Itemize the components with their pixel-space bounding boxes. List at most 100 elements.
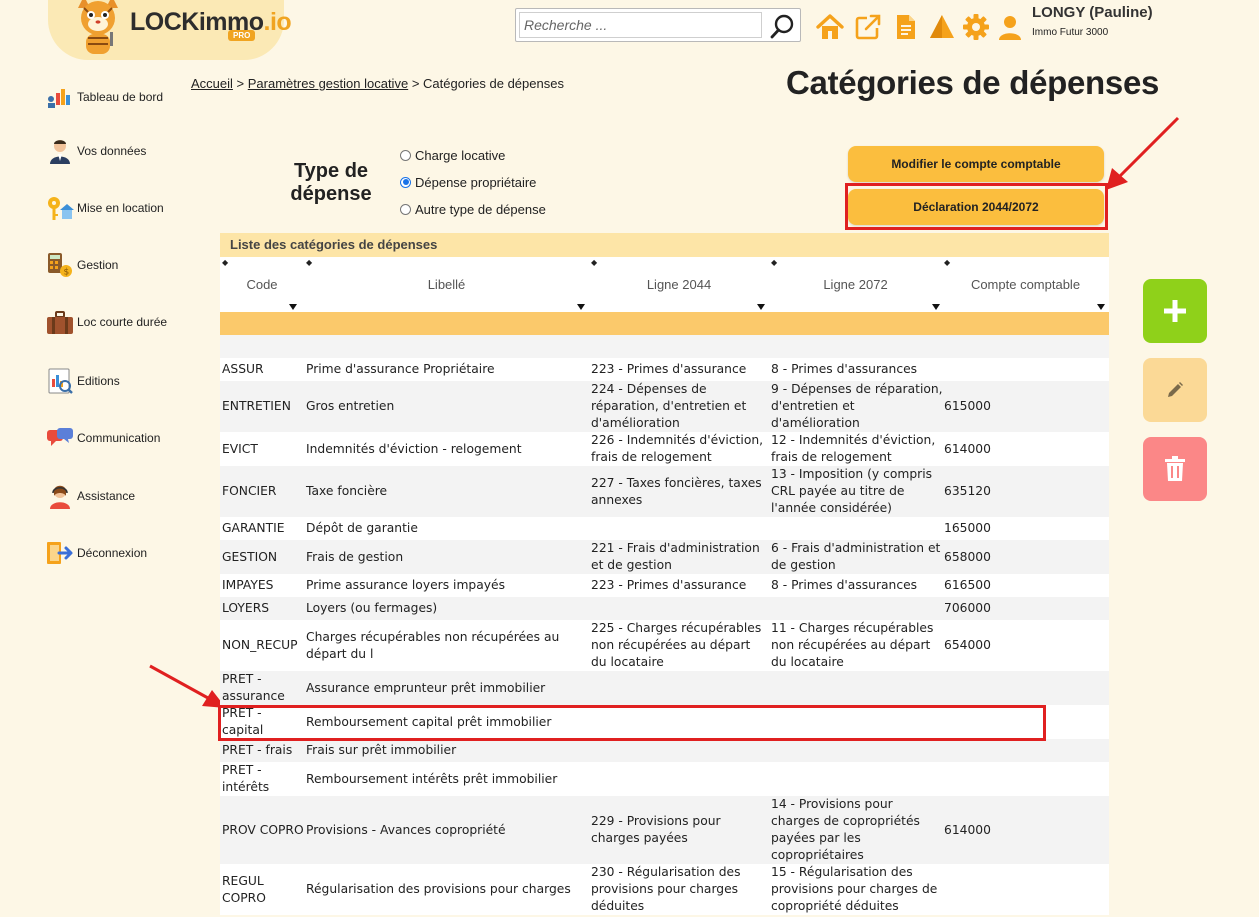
table-caption: Liste des catégories de dépenses: [220, 233, 1109, 257]
radio-button[interactable]: [400, 176, 411, 188]
cell-compte: [944, 864, 1104, 915]
cell-libelle: Taxe foncière: [306, 484, 388, 498]
user-name[interactable]: LONGY (Pauline): [1032, 4, 1153, 21]
cell-l2072: 15 - Régularisation des provisions pour …: [771, 865, 938, 913]
cell-l2072: 12 - Indemnités d'éviction, frais de rel…: [771, 433, 936, 464]
sort-icon[interactable]: ◆: [771, 259, 777, 267]
column-header-ligne-2072[interactable]: ◆ Ligne 2072: [769, 257, 942, 312]
cell-l2044: 224 - Dépenses de réparation, d'entretie…: [591, 382, 747, 430]
radio-label: Autre type de dépense: [415, 201, 546, 217]
table-row[interactable]: NON_RECUP Charges récupérables non récupé…: [220, 620, 1109, 671]
radio-button[interactable]: [400, 203, 411, 215]
table-row[interactable]: PRET - intérêts Remboursement intérêts pr…: [220, 762, 1109, 796]
filter-icon[interactable]: [932, 304, 940, 310]
cell-code: REGUL COPRO: [222, 873, 266, 905]
radio-autre-type[interactable]: Autre type de dépense: [400, 200, 546, 218]
edit-button[interactable]: [1143, 358, 1207, 422]
table-row[interactable]: LOYERS Loyers (ou fermages) 706000: [220, 597, 1109, 620]
cell-l2044: [591, 597, 769, 620]
cell-code: IMPAYES: [222, 578, 274, 592]
document-icon[interactable]: [891, 12, 921, 42]
radio-depense-proprietaire[interactable]: Dépense propriétaire: [400, 173, 536, 191]
table-row[interactable]: REGUL COPRO Régularisation des provisions…: [220, 864, 1109, 915]
table-row[interactable]: PRET - frais Frais sur prêt immobilier: [220, 739, 1109, 762]
sort-icon[interactable]: ◆: [944, 259, 950, 267]
alert-icon[interactable]: [927, 12, 957, 42]
table-row[interactable]: ASSUR Prime d'assurance Propriétaire 223 -…: [220, 358, 1109, 381]
table-row[interactable]: IMPAYES Prime assurance loyers impayés 223…: [220, 574, 1109, 597]
table-row[interactable]: GESTION Frais de gestion 221 - Frais d'adm…: [220, 540, 1109, 574]
row-highlight-box: [218, 705, 1046, 741]
sidebar-item-editions[interactable]: Editions: [46, 366, 120, 396]
cell-code: FONCIER: [222, 484, 277, 498]
breadcrumb-separator: >: [411, 76, 420, 91]
filter-icon[interactable]: [1097, 304, 1105, 310]
column-label: Ligne 2072: [823, 277, 888, 292]
logo[interactable]: LOCKimmo.io PRO: [48, 0, 292, 60]
sidebar-item-label: Editions: [77, 374, 120, 388]
sidebar-item-mise-en-location[interactable]: Mise en location: [46, 193, 164, 223]
cell-l2044: 226 - Indemnités d'éviction, frais de re…: [591, 433, 764, 464]
cat-mascot-icon: [78, 0, 118, 54]
search-icon[interactable]: [770, 13, 796, 39]
logo-text: LOCKimmo.io: [130, 8, 292, 37]
sort-icon[interactable]: ◆: [306, 259, 312, 267]
filter-icon[interactable]: [757, 304, 765, 310]
column-header-ligne-2044[interactable]: ◆ Ligne 2044: [589, 257, 769, 312]
breadcrumb-current: Catégories de dépenses: [423, 76, 564, 91]
sidebar-item-communication[interactable]: Communication: [46, 423, 160, 453]
table-spacer-row: [220, 335, 1109, 358]
table-row[interactable]: GARANTIE Dépôt de garantie 165000: [220, 517, 1109, 540]
delete-button[interactable]: [1143, 437, 1207, 501]
cell-l2072: [771, 762, 943, 796]
radio-label: Charge locative: [415, 147, 506, 163]
column-header-compte-comptable[interactable]: ◆ Compte comptable: [942, 257, 1109, 312]
sort-icon[interactable]: ◆: [591, 259, 597, 267]
sidebar-item-gestion[interactable]: $ Gestion: [46, 250, 118, 280]
table-row[interactable]: PRET - assurance Assurance emprunteur prê…: [220, 671, 1109, 705]
column-label: Compte comptable: [970, 277, 1081, 292]
external-link-icon[interactable]: [853, 12, 883, 42]
logo-suffix: .io: [263, 8, 292, 36]
logout-icon: [47, 542, 73, 564]
sidebar-item-label: Communication: [77, 431, 161, 445]
modify-account-button[interactable]: Modifier le compte comptable: [848, 146, 1104, 182]
sidebar-item-loc-courte-duree[interactable]: Loc courte durée: [46, 307, 167, 337]
table-filter-row[interactable]: [220, 312, 1109, 335]
cell-l2072: 8 - Primes d'assurances: [771, 362, 918, 376]
home-icon[interactable]: [815, 12, 845, 42]
table-row[interactable]: FONCIER Taxe foncière 227 - Taxes foncière…: [220, 466, 1109, 517]
sidebar-item-assistance[interactable]: Assistance: [46, 481, 135, 511]
cell-l2072: [771, 517, 943, 540]
user-icon[interactable]: [995, 12, 1025, 42]
suitcase-icon: [47, 311, 73, 334]
cell-libelle: Gros entretien: [306, 399, 395, 413]
cell-libelle: Assurance emprunteur prêt immobilier: [306, 680, 546, 695]
cell-compte: 654000: [944, 638, 991, 652]
cell-code: GESTION: [222, 549, 278, 564]
page-title: Catégories de dépenses: [786, 64, 1160, 101]
sidebar-item-deconnexion[interactable]: Déconnexion: [46, 538, 147, 568]
filter-icon[interactable]: [577, 304, 585, 310]
column-label: Ligne 2044: [646, 277, 712, 292]
sidebar-item-vos-donnees[interactable]: Vos données: [46, 136, 146, 166]
table-row[interactable]: EVICT Indemnités d'éviction - relogement 2…: [220, 432, 1109, 466]
cell-libelle: Indemnités d'éviction - relogement: [306, 441, 522, 456]
cell-compte: 614000: [944, 441, 991, 456]
radio-button[interactable]: [400, 149, 411, 161]
add-button[interactable]: [1143, 279, 1207, 343]
table-row[interactable]: ENTRETIEN Gros entretien 224 - Dépenses de…: [220, 381, 1109, 432]
radio-charge-locative[interactable]: Charge locative: [400, 146, 505, 164]
cell-l2044: [591, 517, 769, 540]
sort-icon[interactable]: ◆: [222, 259, 228, 267]
breadcrumb-home-link[interactable]: Accueil: [191, 76, 233, 91]
breadcrumb-parent-link[interactable]: Paramètres gestion locative: [248, 76, 408, 91]
filter-icon[interactable]: [289, 304, 297, 310]
plus-icon: [1164, 300, 1186, 322]
column-header-code[interactable]: ◆ Code: [220, 257, 304, 312]
column-header-libelle[interactable]: ◆ Libellé: [304, 257, 589, 312]
search-input[interactable]: [519, 12, 762, 38]
sidebar-item-tableau-de-bord[interactable]: Tableau de bord: [46, 82, 163, 112]
gear-icon[interactable]: [961, 12, 991, 42]
table-row[interactable]: PROV COPRO Provisions - Avances coproprié…: [220, 796, 1109, 864]
